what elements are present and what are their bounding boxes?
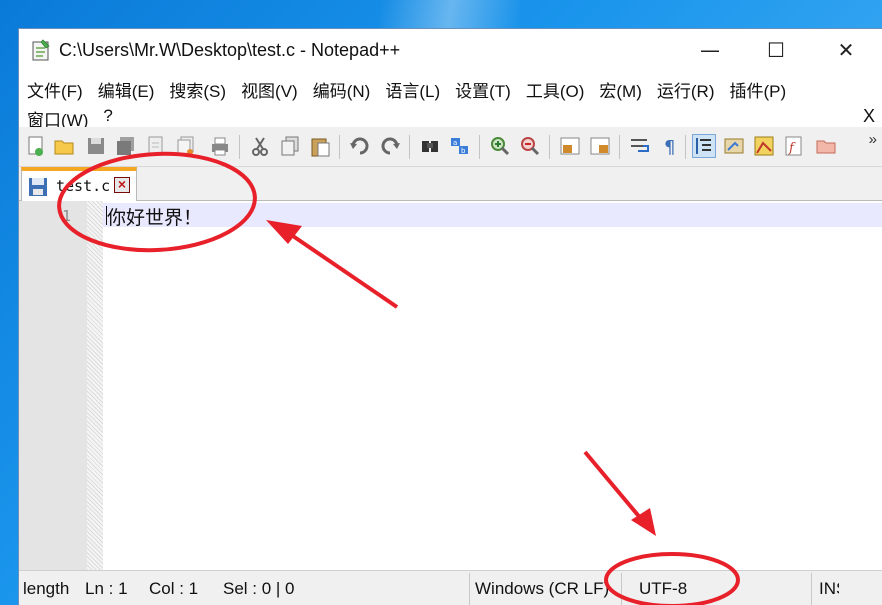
zoom-out-icon[interactable]	[519, 135, 541, 157]
toolbar: ab ¶ f »	[19, 127, 882, 167]
tab-bar: test.c ×	[19, 167, 882, 201]
menu-row-1: 文件(F) 编辑(E) 搜索(S) 视图(V) 编码(N) 语言(L) 设置(T…	[25, 77, 799, 102]
line-number: 1	[61, 207, 71, 225]
saved-file-icon	[29, 178, 47, 196]
close-icon[interactable]	[145, 135, 167, 157]
replace-icon[interactable]: ab	[449, 135, 471, 157]
tab-label: test.c	[56, 177, 111, 195]
status-column: Col : 1	[149, 579, 199, 598]
line-number-gutter: 1	[19, 201, 87, 570]
close-all-icon[interactable]	[175, 135, 197, 157]
fold-margin[interactable]	[87, 201, 103, 570]
paste-icon[interactable]	[309, 135, 331, 157]
maximize-button[interactable]: ☐	[753, 33, 799, 67]
menu-tools[interactable]: 工具(O)	[524, 77, 592, 102]
title-bar: C:\Users\Mr.W\Desktop\test.c - Notepad++…	[19, 29, 882, 71]
status-divider	[811, 573, 812, 605]
toolbar-separator	[549, 135, 550, 159]
close-document-button[interactable]: X	[863, 106, 875, 127]
minimize-button[interactable]: —	[687, 33, 733, 67]
save-all-icon[interactable]	[115, 135, 137, 157]
tab-close-button[interactable]: ×	[114, 177, 130, 193]
new-file-icon[interactable]	[25, 135, 47, 157]
status-line: Ln : 1	[85, 579, 128, 598]
sync-vertical-icon[interactable]	[559, 135, 581, 157]
menu-search[interactable]: 搜索(S)	[167, 77, 233, 102]
menu-run[interactable]: 运行(R)	[655, 77, 722, 102]
indent-guide-icon[interactable]	[692, 134, 716, 158]
menu-view[interactable]: 视图(V)	[239, 77, 305, 102]
desktop-background	[380, 0, 520, 30]
toolbar-separator	[479, 135, 480, 159]
folder-workspace-icon[interactable]	[815, 135, 837, 157]
status-divider	[621, 573, 622, 605]
status-selection: Sel : 0 | 0	[223, 579, 295, 598]
menu-plugins[interactable]: 插件(P)	[727, 77, 793, 102]
menu-language[interactable]: 语言(L)	[383, 77, 447, 102]
menu-bar: 文件(F) 编辑(E) 搜索(S) 视图(V) 编码(N) 语言(L) 设置(T…	[19, 71, 882, 130]
zoom-in-icon[interactable]	[489, 135, 511, 157]
redo-icon[interactable]	[379, 135, 401, 157]
menu-macro[interactable]: 宏(M)	[597, 77, 648, 102]
toolbar-separator	[619, 135, 620, 159]
svg-text:b: b	[461, 147, 466, 155]
undo-icon[interactable]	[349, 135, 371, 157]
notepad-app-icon	[32, 39, 50, 61]
tab-test-c[interactable]: test.c ×	[21, 167, 137, 201]
find-icon[interactable]	[419, 135, 441, 157]
open-file-icon[interactable]	[53, 135, 75, 157]
udl-icon[interactable]	[723, 135, 745, 157]
doc-map-icon[interactable]	[753, 135, 775, 157]
menu-encoding[interactable]: 编码(N)	[311, 77, 378, 102]
print-icon[interactable]	[209, 135, 231, 157]
cut-icon[interactable]	[249, 135, 271, 157]
toolbar-overflow-button[interactable]: »	[869, 131, 877, 148]
window-title: C:\Users\Mr.W\Desktop\test.c - Notepad++	[59, 40, 401, 60]
toolbar-separator	[239, 135, 240, 159]
svg-text:a: a	[453, 139, 457, 147]
code-line[interactable]: 你好世界！	[107, 203, 202, 230]
status-insert-mode[interactable]: INS	[819, 579, 839, 599]
svg-text:¶: ¶	[664, 137, 675, 157]
save-icon[interactable]	[85, 135, 107, 157]
editor-area[interactable]: 1 你好世界！	[19, 201, 882, 570]
function-list-icon[interactable]: f	[783, 135, 805, 157]
status-bar: length Ln : 1 Col : 1 Sel : 0 | 0 Window…	[19, 570, 882, 605]
menu-settings[interactable]: 设置(T)	[453, 77, 518, 102]
status-divider	[469, 573, 470, 605]
toolbar-separator	[409, 135, 410, 159]
status-encoding[interactable]: UTF-8	[639, 579, 687, 599]
toolbar-separator	[685, 135, 686, 159]
notepad-window: C:\Users\Mr.W\Desktop\test.c - Notepad++…	[18, 28, 882, 605]
current-line-highlight	[103, 203, 882, 227]
sync-horizontal-icon[interactable]	[589, 135, 611, 157]
menu-file[interactable]: 文件(F)	[25, 77, 90, 102]
close-window-button[interactable]: ✕	[823, 33, 869, 67]
menu-edit[interactable]: 编辑(E)	[96, 77, 162, 102]
copy-icon[interactable]	[279, 135, 301, 157]
status-doc-type: length	[23, 579, 70, 598]
status-eol[interactable]: Windows (CR LF)	[475, 579, 615, 599]
toolbar-separator	[339, 135, 340, 159]
text-caret	[106, 206, 107, 225]
show-all-chars-icon[interactable]: ¶	[659, 135, 681, 157]
word-wrap-icon[interactable]	[629, 135, 651, 157]
